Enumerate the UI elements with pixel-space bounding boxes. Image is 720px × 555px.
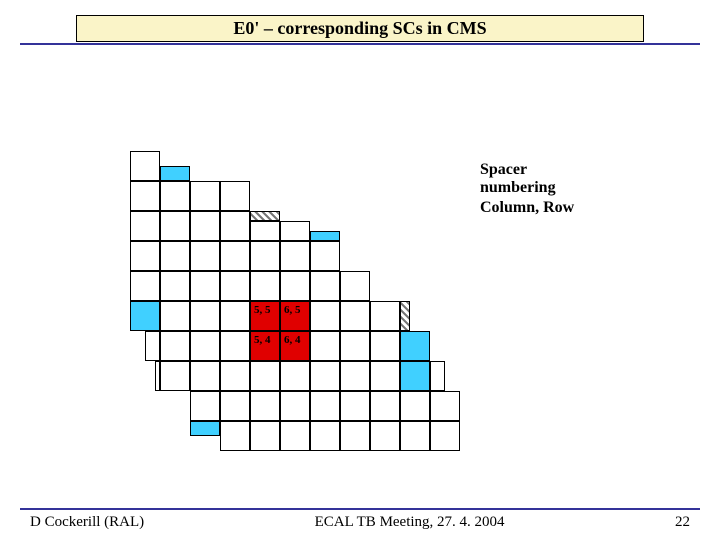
spacer-10-3	[400, 361, 430, 391]
footer-meeting: ECAL TB Meeting, 27. 4. 2004	[315, 514, 505, 531]
spacer-2-10	[160, 166, 190, 181]
cell-6-4: 6, 4	[280, 331, 310, 361]
hatched-10-5	[400, 301, 410, 331]
footer-page: 22	[675, 514, 690, 531]
annotation-spacer: Spacer numbering	[480, 161, 590, 197]
spacer-10-4	[400, 331, 430, 361]
slide-title: E0' – corresponding SCs in CMS	[76, 15, 644, 42]
hatched-5-8	[250, 211, 280, 221]
spacer-1-5	[130, 301, 160, 331]
spacer-3-1	[190, 421, 220, 436]
cell-6-5: 6, 5	[280, 301, 310, 331]
title-underline	[20, 43, 700, 45]
footer: D Cockerill (RAL) ECAL TB Meeting, 27. 4…	[0, 507, 720, 531]
spacer-7-8	[310, 231, 340, 241]
footer-author: D Cockerill (RAL)	[30, 514, 144, 531]
cell-5-4: 5, 4	[250, 331, 280, 361]
cell-5-5: 5, 5	[250, 301, 280, 331]
annotation-colrow: Column, Row	[480, 199, 574, 217]
diagram: 5, 5 6, 5 5, 4 6, 4 Spacer numbering Col…	[130, 151, 590, 471]
